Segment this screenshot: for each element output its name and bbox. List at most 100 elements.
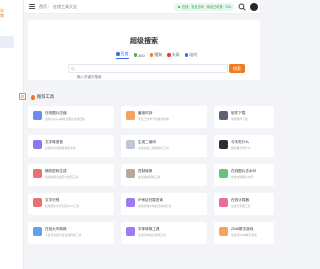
sidebar-item-active[interactable] (0, 36, 14, 48)
tab-search-engine[interactable]: 百度 (116, 51, 129, 59)
tool-card[interactable]: 进制转换在线进制转换工具 (121, 164, 207, 186)
image-icon (33, 111, 42, 120)
breadcrumb-current: 在线工具大全 (53, 4, 77, 9)
search-panel: 超级搜索 百度 360 搜狗 头条 站内 搜索 (28, 20, 260, 81)
tool-description: 在线查询IP地址归属地信息 (138, 204, 172, 208)
tool-card[interactable]: IP地址归属查询在线查询IP地址归属地信息 (121, 193, 207, 215)
tab-label: 头条 (171, 52, 180, 57)
tab-label: 百度 (120, 51, 129, 56)
tool-name: 字体转换工具 (138, 227, 160, 231)
tool-name: 今天吃什么 (231, 140, 249, 144)
top-header: 首页 / 在线工具大全 在线 · 安全访问 · 网站已收录 · SSL (24, 0, 260, 14)
avatar[interactable] (250, 3, 258, 11)
download-icon (219, 111, 228, 120)
money-icon (33, 227, 42, 236)
qrcode-icon (126, 140, 135, 149)
tool-card[interactable]: 番茄时钟专注工作学习的番茄时钟 (121, 106, 207, 128)
tool-name: 文字转语音 (45, 140, 63, 144)
tool-card[interactable]: 软件下载常用软件下载 (214, 106, 274, 128)
tool-name: 文字识别 (45, 198, 60, 202)
section-title: 推荐工具 (37, 94, 55, 99)
tab-search-engine[interactable]: 头条 (167, 51, 180, 59)
sidebar: 站 集 收 (0, 0, 26, 269)
tool-description: 在线进制转换工具 (138, 175, 161, 179)
game-icon (219, 227, 228, 236)
tab-search-engine[interactable]: 站内 (184, 51, 198, 59)
erase-icon (219, 169, 228, 178)
status-text: 在线 · 安全访问 · 网站已收录 · SSL (182, 5, 232, 9)
tool-description: 人民币金额大写在线转换工具 (45, 233, 82, 237)
tool-description: 在线去除图片水印 (231, 175, 254, 179)
tool-card[interactable]: 字体转换工具在线字体格式转换工具 (121, 222, 207, 244)
page-title: 超级搜索 (130, 38, 158, 45)
tool-description: 在线计算器工具 (231, 204, 251, 208)
tool-name: 生成二维码 (138, 140, 156, 144)
tool-description: 在线图片文字识别OCR工具 (45, 204, 80, 208)
font-icon (126, 227, 135, 236)
tool-card[interactable]: 在线图片压缩支持jpg/png等格式图片在线压缩 (28, 106, 114, 128)
voice-icon (33, 140, 42, 149)
tool-card[interactable]: 文字识别在线图片文字识别OCR工具 (28, 193, 114, 215)
engine-icon (149, 53, 154, 57)
tool-name: 随机密码生成 (45, 169, 67, 173)
tab-label: 360 (138, 52, 145, 58)
ip-icon (126, 198, 135, 207)
tab-label: 搜狗 (154, 52, 163, 57)
flame-icon (31, 94, 35, 100)
clock-icon (126, 111, 135, 120)
tool-name: 2048数字游戏 (231, 227, 254, 231)
tool-grid: 在线图片压缩 支持jpg/png等格式图片在线压缩 番茄时钟 专注工作学习的番茄时钟软… (28, 106, 274, 244)
search-input[interactable] (69, 73, 227, 81)
tool-card[interactable]: 在线大写转换人民币金额大写在线转换工具 (28, 222, 114, 244)
tool-description: 随机推荐吃什么 (231, 146, 251, 150)
engine-icon (116, 52, 120, 56)
food-icon (219, 140, 228, 149)
tool-card[interactable]: 在线计算器在线计算器工具 (214, 193, 274, 215)
search-icon (71, 67, 75, 71)
engine-icon (184, 53, 189, 57)
sidebar-collapse-badge[interactable]: 收 (19, 93, 26, 100)
status-badge: 在线 · 安全访问 · 网站已收录 · SSL (174, 3, 234, 11)
calc-icon (219, 198, 228, 207)
tool-description: 在线玩2048数字游戏 (231, 233, 257, 237)
tool-description: 支持jpg/png等格式图片在线压缩 (45, 117, 85, 121)
engine-icon (133, 53, 137, 57)
breadcrumb-separator: / (48, 4, 50, 9)
breadcrumb-home[interactable]: 首页 (39, 4, 47, 10)
tab-search-engine[interactable]: 360 (133, 51, 145, 59)
tool-description: 在线生成二维码图片工具 (138, 146, 169, 150)
tool-card[interactable]: 生成二维码在线生成二维码图片工具 (121, 135, 207, 157)
tab-search-engine[interactable]: 搜狗 (149, 51, 163, 59)
tool-name: 在线图片压缩 (45, 111, 67, 115)
tool-name: 软件下载 (231, 111, 246, 115)
engine-icon (167, 53, 171, 57)
section-heading: 推荐工具 (31, 94, 54, 100)
tool-description: 专注工作学习的番茄时钟 (138, 117, 169, 121)
tool-name: 在线大写转换 (45, 227, 67, 231)
search-icon[interactable] (238, 3, 246, 11)
tool-name: IP地址归属查询 (138, 198, 163, 202)
tool-card[interactable]: 在线图片去水印 在线去除图片水印 (214, 164, 274, 186)
search-engine-tabs: 百度 360 搜狗 头条 站内 (116, 51, 197, 59)
tool-card[interactable]: 随机密码生成在线随机生成安全密码工具 (28, 164, 114, 186)
tool-description: 在线字体格式转换工具 (138, 233, 166, 237)
sidebar-logo[interactable]: 站 集 (0, 8, 4, 18)
tab-label: 站内 (189, 52, 198, 57)
tool-name: 进制转换 (138, 169, 153, 173)
tool-description: 在线随机生成安全密码工具 (45, 175, 79, 179)
tool-card[interactable]: 文字转语音在线文字转换成语音文件 (28, 135, 114, 157)
tool-description: 常用软件下载 (231, 117, 248, 121)
convert-icon (126, 169, 135, 178)
tool-name: 番茄时钟 (138, 111, 153, 115)
search-button[interactable]: 搜索 (229, 64, 245, 73)
tool-description: 在线文字转换成语音文件 (45, 146, 76, 150)
tool-name: 在线计算器 (231, 198, 249, 202)
status-dot-icon (178, 6, 180, 9)
tool-card[interactable]: 今天吃什么随机推荐吃什么 (214, 135, 274, 157)
menu-icon[interactable] (29, 4, 35, 10)
ocr-icon (33, 198, 42, 207)
lock-icon (33, 169, 42, 178)
tool-card[interactable]: 2048数字游戏 在线玩2048数字游戏 (214, 222, 274, 244)
search-field[interactable] (68, 64, 228, 81)
tool-name: 在线图片去水印 (231, 169, 257, 173)
